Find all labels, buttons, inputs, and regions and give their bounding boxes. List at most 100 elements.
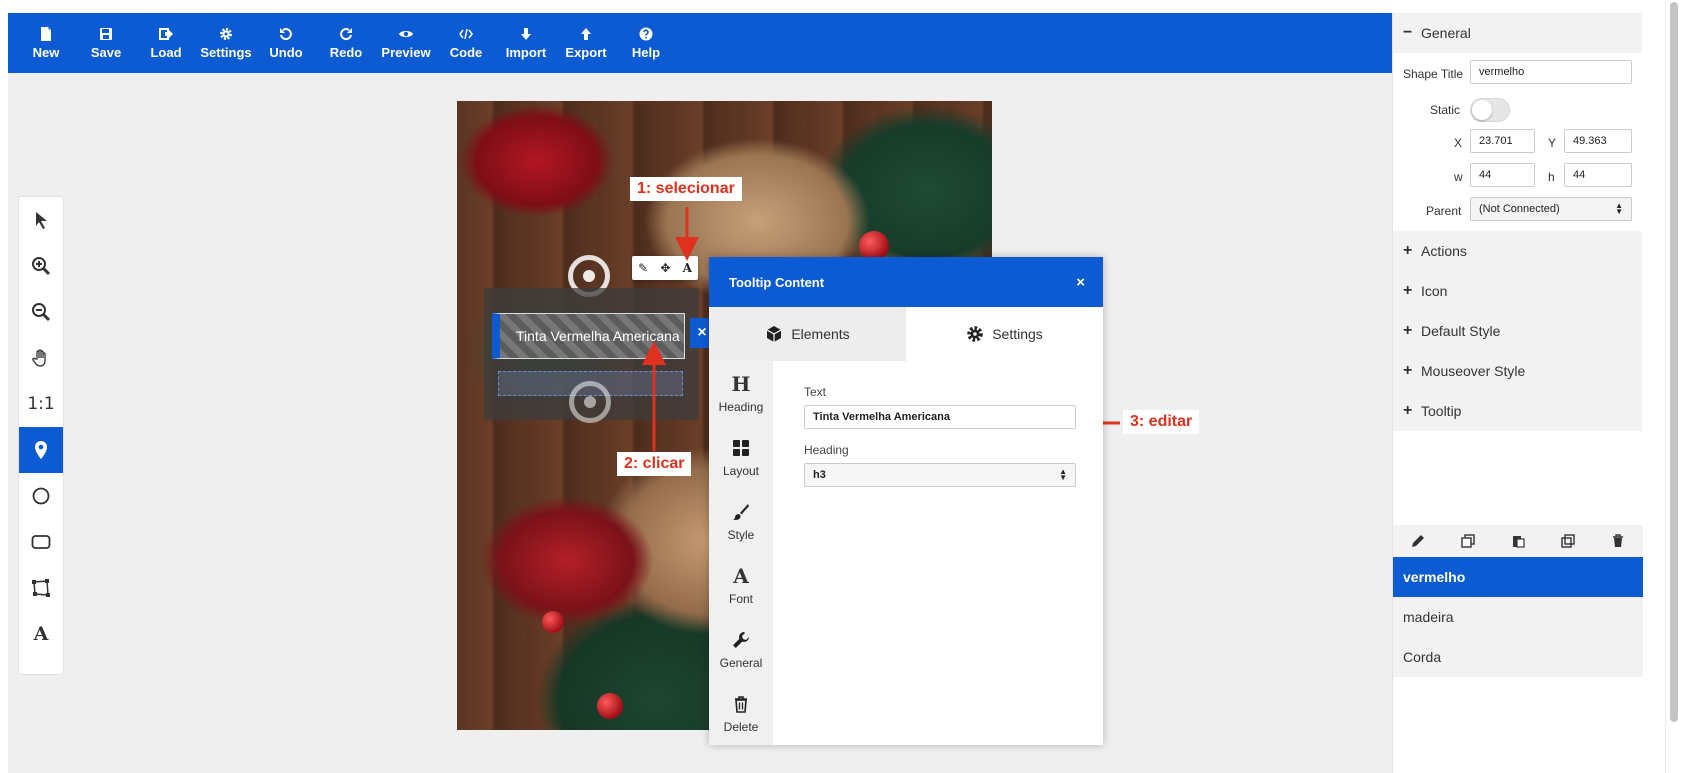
select-arrows-icon: ▲ ▼ [1059,467,1067,482]
settings-form: Text Heading h3 ▲▼ [804,385,1079,487]
undo-button[interactable]: Undo [256,13,316,73]
paste-style-icon[interactable] [1510,533,1526,549]
undo-icon [279,27,293,41]
preview-button[interactable]: Preview [376,13,436,73]
marker-icon [35,441,47,459]
poly-tool[interactable] [19,565,63,611]
scrollbar-thumb[interactable] [1670,2,1678,722]
shape-item-madeira[interactable]: madeira [1393,597,1643,637]
font-icon: A [733,564,749,588]
import-button[interactable]: Import [496,13,556,73]
eye-icon [399,27,413,41]
side-style[interactable]: Style [709,489,773,553]
export-button[interactable]: Export [556,13,616,73]
code-button[interactable]: Code [436,13,496,73]
new-button[interactable]: New [16,13,76,73]
x-label: X [1454,136,1463,150]
shape-toolbar: ✎ ✥ A [632,256,698,280]
w-input[interactable]: 44 [1470,163,1535,187]
section-default-style[interactable]: + Default Style [1393,311,1642,351]
side-layout[interactable]: Layout [709,425,773,489]
redo-button[interactable]: Redo [316,13,376,73]
section-icon[interactable]: + Icon [1393,271,1642,311]
h-input[interactable]: 44 [1564,163,1632,187]
load-icon [159,27,173,41]
x-input[interactable]: 23.701 [1470,129,1535,153]
parent-label: Parent [1426,204,1462,218]
y-input[interactable]: 49.363 [1564,129,1632,153]
circle-icon [32,487,50,505]
heading-select[interactable]: h3 ▲ ▼ [804,463,1076,487]
side-heading[interactable]: H Heading [709,361,773,425]
brush-icon[interactable]: ✎ [638,261,648,275]
text-icon: A [33,623,49,645]
text-field-label: Text [804,385,827,399]
shape-item-corda[interactable]: Corda [1393,637,1643,677]
move-icon[interactable]: ✥ [660,261,670,275]
arrow-up-icon [579,27,593,41]
settings-button[interactable]: Settings [196,13,256,73]
annotation-step2: 2: clicar [617,452,692,476]
circle-tool[interactable] [19,473,63,519]
trash-icon[interactable] [1610,533,1626,549]
zoom-out-icon [32,303,51,322]
shape-title-label: Shape Title [1403,67,1464,81]
section-general[interactable]: − General [1393,13,1642,53]
static-label: Static [1430,103,1461,117]
expand-icon: + [1403,282,1413,299]
save-button[interactable]: Save [76,13,136,73]
annotation-step1: 1: selecionar [630,177,742,201]
ornament [597,693,623,719]
reset-zoom-tool[interactable]: 1:1 [19,381,63,427]
shape-title-input[interactable]: vermelho [1470,60,1632,84]
wrench-icon [732,628,750,652]
expand-icon: + [1403,322,1413,339]
pan-tool[interactable] [19,335,63,381]
dialog-close-button[interactable]: × [1076,274,1085,291]
text-field[interactable] [804,405,1076,429]
static-toggle[interactable] [1470,98,1510,122]
pencil-icon[interactable] [1410,533,1426,549]
spot-tool[interactable] [19,427,63,473]
w-label: w [1454,170,1463,184]
expand-icon: + [1403,362,1413,379]
parent-select[interactable]: (Not Connected) ▲ ▼ [1470,197,1632,221]
heading-field-label: Heading [804,443,849,457]
page-scrollbar[interactable] [1665,0,1682,773]
annotation-step3: 3: editar [1123,410,1200,434]
section-tooltip[interactable]: + Tooltip [1393,391,1642,431]
y-label: Y [1548,136,1557,150]
section-mouseover-style[interactable]: + Mouseover Style [1393,351,1642,391]
tool-palette: 1:1 A [18,196,64,675]
expand-icon: + [1403,242,1413,259]
properties-panel: − General Shape Title vermelho Static X … [1392,13,1643,773]
text-style-icon[interactable]: A [683,261,692,275]
duplicate-icon[interactable] [1560,533,1576,549]
shape-list: vermelho madeira Corda [1393,557,1643,677]
side-delete[interactable]: Delete [709,681,773,745]
side-general[interactable]: General [709,617,773,681]
file-icon [39,26,53,41]
zoom-out-tool[interactable] [19,289,63,335]
copy-style-icon[interactable] [1460,533,1476,549]
tab-settings[interactable]: Settings [906,307,1103,361]
help-button[interactable]: Help [616,13,676,73]
load-button[interactable]: Load [136,13,196,73]
text-tool[interactable]: A [19,611,63,657]
brush-icon [732,500,750,524]
expand-icon: + [1403,402,1413,419]
heading-icon: H [731,372,751,396]
side-font[interactable]: A Font [709,553,773,617]
zoom-in-tool[interactable] [19,243,63,289]
general-body: Shape Title vermelho Static X 23.701 Y 4… [1393,53,1642,231]
tooltip-preview[interactable]: Tinta Vermelha Americana [492,313,685,359]
section-actions[interactable]: + Actions [1393,231,1642,271]
main-toolbar: New Save Load Settings Undo Redo Preview [8,13,1393,73]
question-icon [639,27,653,41]
rect-tool[interactable] [19,519,63,565]
select-tool[interactable] [19,197,63,243]
shape-item-vermelho[interactable]: vermelho [1393,557,1643,597]
trash-icon [732,692,750,716]
tab-elements[interactable]: Elements [709,307,906,361]
cube-icon [767,326,782,342]
